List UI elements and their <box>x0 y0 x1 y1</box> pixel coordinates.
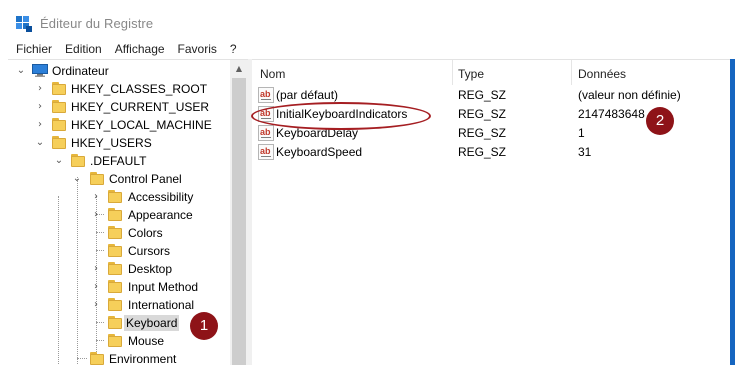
value-data: (valeur non définie) <box>578 88 681 102</box>
string-value-icon: ab <box>258 125 274 141</box>
tree-item-environment[interactable]: Environment <box>8 350 228 365</box>
tree-item-cursors[interactable]: Cursors <box>8 242 228 260</box>
tree-label-hklm: HKEY_LOCAL_MACHINE <box>71 118 212 132</box>
column-header-name[interactable]: Nom <box>260 67 285 81</box>
list-item[interactable]: ab KeyboardSpeed REG_SZ 31 <box>252 143 735 162</box>
value-type: REG_SZ <box>458 107 507 121</box>
folder-icon <box>108 298 122 311</box>
tree-label-environment: Environment <box>109 352 177 365</box>
folder-icon <box>108 316 122 329</box>
tree-label-ordinateur: Ordinateur <box>52 64 109 78</box>
title-bar: Éditeur du Registre <box>0 0 735 38</box>
value-name: KeyboardSpeed <box>276 145 363 159</box>
folder-icon <box>52 118 66 131</box>
folder-icon <box>52 82 66 95</box>
value-data: 31 <box>578 145 592 159</box>
string-value-icon: ab <box>258 87 274 103</box>
folder-icon <box>108 208 122 221</box>
chevron-down-icon[interactable]: ⌄ <box>16 66 26 76</box>
menu-help[interactable]: ? <box>230 42 237 56</box>
tree-item-accessibility[interactable]: › Accessibility <box>8 188 228 206</box>
chevron-right-icon[interactable]: › <box>35 102 45 112</box>
highlight-ellipse <box>251 102 431 130</box>
tree-label-input-method: Input Method <box>128 280 199 294</box>
chevron-down-icon[interactable]: ⌄ <box>54 156 64 166</box>
tree-item-input-method[interactable]: › Input Method <box>8 278 228 296</box>
tree-item-appearance[interactable]: › Appearance <box>8 206 228 224</box>
value-type: REG_SZ <box>458 126 507 140</box>
column-header-data[interactable]: Données <box>578 67 626 81</box>
menu-affichage[interactable]: Affichage <box>115 42 165 56</box>
tree-label-mouse: Mouse <box>128 334 165 348</box>
tree-label-accessibility: Accessibility <box>128 190 194 204</box>
value-data: 2147483648 <box>578 107 645 121</box>
regedit-icon <box>16 16 32 32</box>
chevron-down-icon[interactable]: ⌄ <box>72 174 82 184</box>
scroll-up-icon[interactable]: ▲ <box>230 60 248 77</box>
tree-label-hkcu: HKEY_CURRENT_USER <box>71 100 210 114</box>
menu-fichier[interactable]: Fichier <box>16 42 52 56</box>
chevron-right-icon[interactable]: › <box>91 282 101 292</box>
folder-icon <box>71 154 85 167</box>
tree-label-default: .DEFAULT <box>90 154 147 168</box>
tree-scrollbar[interactable]: ▲ <box>230 60 248 365</box>
folder-icon <box>108 226 122 239</box>
chevron-right-icon[interactable]: › <box>91 264 101 274</box>
tree-item-colors[interactable]: Colors <box>8 224 228 242</box>
tree-item-desktop[interactable]: › Desktop <box>8 260 228 278</box>
tree-label-keyboard: Keyboard <box>124 315 180 331</box>
tree-label-desktop: Desktop <box>128 262 173 276</box>
value-type: REG_SZ <box>458 145 507 159</box>
scroll-thumb[interactable] <box>232 78 246 365</box>
folder-icon <box>90 352 104 365</box>
annotation-badge-1: 1 <box>190 312 218 340</box>
value-name: (par défaut) <box>276 88 339 102</box>
chevron-right-icon[interactable]: › <box>91 300 101 310</box>
folder-icon <box>108 262 122 275</box>
chevron-right-icon[interactable]: › <box>91 210 101 220</box>
chevron-down-icon[interactable]: ⌄ <box>35 138 45 148</box>
value-type: REG_SZ <box>458 88 507 102</box>
value-data: 1 <box>578 126 585 140</box>
chevron-right-icon[interactable]: › <box>91 192 101 202</box>
menu-bar: Fichier Edition Affichage Favoris ? <box>0 38 735 59</box>
tree-label-hkcr: HKEY_CLASSES_ROOT <box>71 82 208 96</box>
tree-label-international: International <box>128 298 195 312</box>
folder-icon <box>52 136 66 149</box>
window-title: Éditeur du Registre <box>40 16 154 31</box>
folder-icon <box>52 100 66 113</box>
computer-icon <box>32 64 48 77</box>
tree-item-hkcr[interactable]: › HKEY_CLASSES_ROOT <box>8 80 228 98</box>
tree-label-cursors: Cursors <box>128 244 171 258</box>
tree-item-default[interactable]: ⌄ .DEFAULT <box>8 152 228 170</box>
column-divider[interactable] <box>571 60 572 85</box>
chevron-right-icon[interactable]: › <box>35 120 45 130</box>
list-header: Nom Type Données <box>252 60 735 85</box>
tree-item-hklm[interactable]: › HKEY_LOCAL_MACHINE <box>8 116 228 134</box>
tree-item-international[interactable]: › International <box>8 296 228 314</box>
menu-edition[interactable]: Edition <box>65 42 102 56</box>
folder-icon <box>90 172 104 185</box>
desktop-background <box>730 59 735 365</box>
annotation-badge-2: 2 <box>646 107 674 135</box>
tree-label-hku: HKEY_USERS <box>71 136 152 150</box>
column-header-type[interactable]: Type <box>458 67 484 81</box>
tree-item-hku[interactable]: ⌄ HKEY_USERS <box>8 134 228 152</box>
tree-label-colors: Colors <box>128 226 163 240</box>
folder-icon <box>108 190 122 203</box>
folder-icon <box>108 280 122 293</box>
menu-favoris[interactable]: Favoris <box>178 42 217 56</box>
tree-item-control-panel[interactable]: ⌄ Control Panel <box>8 170 228 188</box>
tree-item-ordinateur[interactable]: ⌄ Ordinateur <box>8 62 228 80</box>
string-value-icon: ab <box>258 144 274 160</box>
folder-icon <box>108 334 122 347</box>
chevron-right-icon[interactable]: › <box>35 84 45 94</box>
tree-item-hkcu[interactable]: › HKEY_CURRENT_USER <box>8 98 228 116</box>
folder-icon <box>108 244 122 257</box>
column-divider[interactable] <box>452 60 453 85</box>
tree-label-appearance: Appearance <box>128 208 193 222</box>
tree-label-control-panel: Control Panel <box>109 172 182 186</box>
